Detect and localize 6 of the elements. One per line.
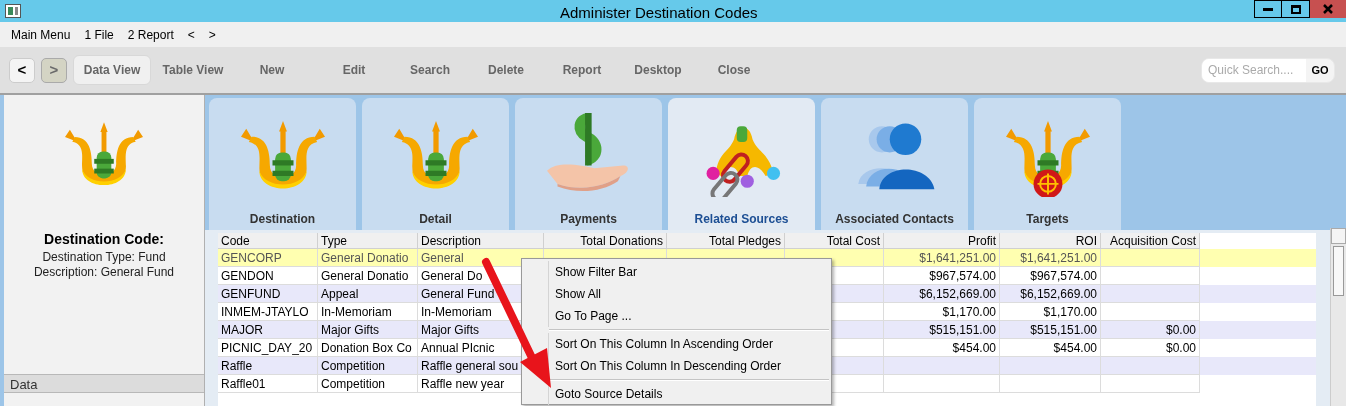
window-title: Administer Destination Codes xyxy=(560,3,758,23)
summary-text: Destination Type: Fund xyxy=(42,250,166,265)
table-cell: Competition xyxy=(318,375,418,393)
summary-title: Destination Code: xyxy=(44,230,164,249)
table-cell: Raffle01 xyxy=(218,375,318,393)
summary-text: Description: General Fund xyxy=(33,265,175,280)
